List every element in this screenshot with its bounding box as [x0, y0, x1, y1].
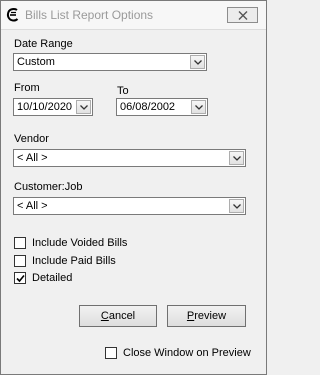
date-range-dropdown[interactable]: Custom: [13, 53, 207, 71]
vendor-value: < All >: [17, 152, 48, 164]
from-label: From: [14, 82, 40, 94]
to-date-dropdown-button[interactable]: [191, 100, 206, 114]
date-range-dropdown-button[interactable]: [190, 55, 205, 69]
chevron-down-icon: [233, 156, 241, 161]
app-logo-icon: [5, 7, 21, 23]
from-date-dropdown-button[interactable]: [76, 100, 91, 114]
to-date-value: 06/08/2002: [120, 101, 176, 113]
chevron-down-icon: [233, 204, 241, 209]
date-range-label: Date Range: [14, 38, 73, 50]
cancel-button[interactable]: Cancel: [79, 305, 157, 327]
cancel-label: ancel: [108, 310, 136, 322]
close-window-on-preview-checkbox[interactable]: [105, 347, 117, 359]
include-paid-bills-label: Include Paid Bills: [32, 255, 116, 267]
preview-button[interactable]: Preview: [167, 305, 246, 327]
vendor-dropdown[interactable]: < All >: [13, 149, 246, 167]
window-title: Bills List Report Options: [25, 8, 154, 22]
chevron-down-icon: [194, 60, 202, 65]
detailed-label: Detailed: [32, 272, 73, 284]
cancel-accelerator: C: [100, 310, 109, 322]
from-date-value: 10/10/2020: [17, 101, 73, 113]
date-range-value: Custom: [17, 56, 55, 68]
bills-list-report-options-window: Bills List Report Options Date Range Cus…: [0, 0, 267, 375]
include-voided-bills-checkbox[interactable]: [14, 237, 26, 249]
close-button[interactable]: [227, 7, 258, 23]
checkmark-icon: [16, 274, 25, 283]
preview-label: review: [194, 310, 227, 322]
to-date-field[interactable]: 06/08/2002: [116, 98, 208, 116]
include-voided-bills-label: Include Voided Bills: [32, 237, 128, 249]
customer-job-dropdown-button[interactable]: [229, 199, 244, 213]
vendor-label: Vendor: [14, 133, 49, 145]
chevron-down-icon: [80, 105, 88, 110]
detailed-checkbox[interactable]: [14, 272, 26, 284]
vendor-dropdown-button[interactable]: [229, 151, 244, 165]
customer-job-dropdown[interactable]: < All >: [13, 197, 246, 215]
from-date-field[interactable]: 10/10/2020: [13, 98, 93, 116]
close-icon: [238, 11, 248, 20]
include-paid-bills-checkbox[interactable]: [14, 255, 26, 267]
customer-job-value: < All >: [17, 200, 48, 212]
chevron-down-icon: [195, 105, 203, 110]
title-bar[interactable]: Bills List Report Options: [1, 1, 266, 30]
close-window-on-preview-label: Close Window on Preview: [123, 347, 251, 359]
to-label: To: [117, 85, 129, 97]
customer-job-label: Customer:Job: [14, 181, 83, 193]
